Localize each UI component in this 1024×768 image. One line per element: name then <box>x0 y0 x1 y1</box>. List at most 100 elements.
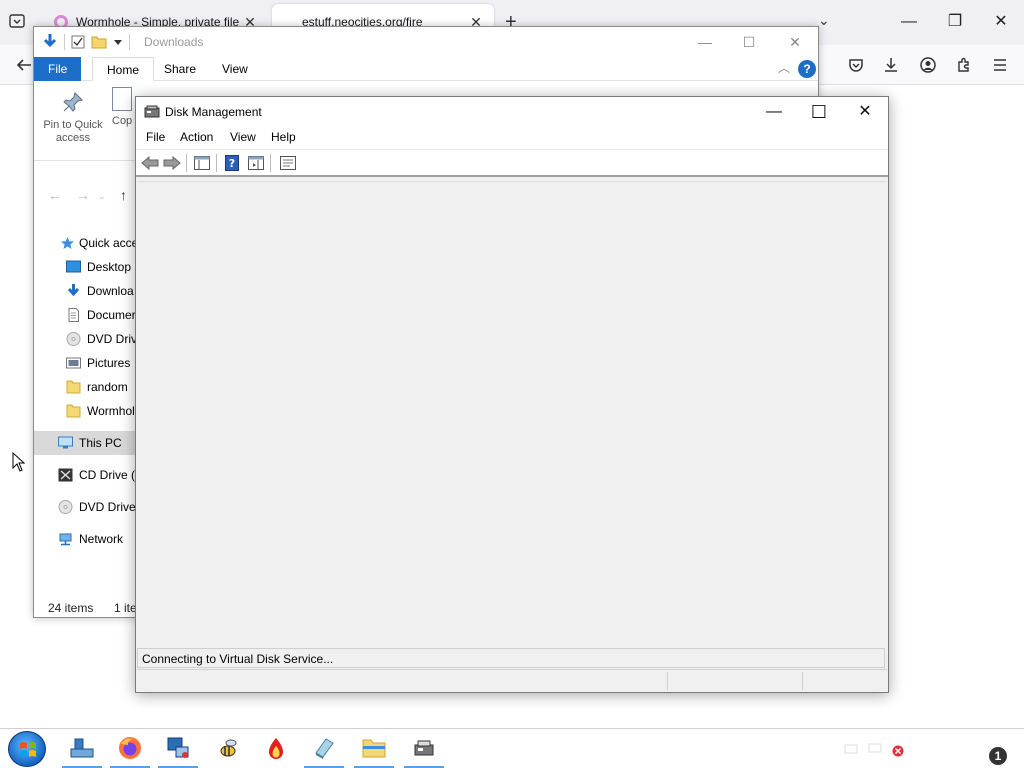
back-arrow-icon <box>141 156 159 170</box>
network-icon <box>59 533 72 546</box>
nav-item-dvd-drive[interactable]: DVD Drive <box>34 327 136 351</box>
nav-item-quick-access[interactable]: Quick acce <box>34 231 136 255</box>
nav-item-label: Downloa <box>87 284 134 298</box>
nav-item-label: DVD Drive <box>79 500 136 514</box>
browser-close-button[interactable]: ✕ <box>978 8 1024 36</box>
nav-item-label: random <box>87 380 128 394</box>
browser-minimize-button[interactable]: — <box>886 8 932 36</box>
nav-item-label: This PC <box>79 436 122 450</box>
taskbar-app-network-manager[interactable] <box>158 729 198 768</box>
nav-item-network[interactable]: Network <box>34 527 136 551</box>
nav-item-label: Quick acce <box>79 236 136 250</box>
taskbar-app-firefox[interactable] <box>110 729 150 768</box>
taskbar-app-file-explorer[interactable] <box>62 729 102 768</box>
toolbar-separator <box>216 154 217 172</box>
downloads-button[interactable] <box>879 53 903 77</box>
account-button[interactable] <box>916 53 940 77</box>
dm-close-button[interactable]: ✕ <box>842 97 888 127</box>
nav-item-label: Network <box>79 532 124 546</box>
nav-item-dvd-drive-2[interactable]: DVD Drive <box>34 495 136 519</box>
folder-icon <box>66 380 81 394</box>
tab-overflow-button[interactable]: ⌄ <box>818 12 830 29</box>
star-icon <box>61 237 74 249</box>
download-folder-icon <box>67 284 80 297</box>
toolbar-show-hide-tree-button[interactable] <box>192 154 212 172</box>
download-icon <box>885 58 897 72</box>
recent-locations-icon[interactable]: ⌄ <box>98 191 106 202</box>
explorer-forward-icon[interactable]: → <box>76 187 90 203</box>
download-arrow-icon[interactable] <box>42 33 58 51</box>
cd-drive-icon <box>58 468 73 482</box>
menu-action[interactable]: Action <box>180 130 213 144</box>
explorer-up-icon[interactable]: ↑ <box>120 187 127 203</box>
nav-item-random[interactable]: random <box>34 375 136 399</box>
dm-minimize-button[interactable]: — <box>751 97 797 127</box>
help-book-icon: ? <box>225 155 239 171</box>
pin-to-quick-access-button[interactable]: Pin to Quick access <box>40 91 106 145</box>
tray-display-icon[interactable] <box>868 743 882 755</box>
menu-view[interactable]: View <box>230 130 256 144</box>
toolbar-separator <box>186 154 187 172</box>
explorer-maximize-button[interactable]: ☐ <box>726 31 772 53</box>
tray-error-icon[interactable] <box>892 745 904 757</box>
pocket-button[interactable] <box>844 53 868 77</box>
taskbar-app-fire-tool[interactable] <box>256 729 296 768</box>
extensions-button[interactable] <box>952 53 976 77</box>
ribbon-collapse-icon[interactable]: ︿ <box>778 59 790 76</box>
nav-item-this-pc[interactable]: This PC <box>34 431 136 455</box>
nav-item-documents[interactable]: Documer <box>34 303 136 327</box>
notification-badge[interactable]: 1 <box>989 747 1007 765</box>
extensions-icon <box>958 57 969 72</box>
account-icon <box>920 57 936 73</box>
help-icon[interactable]: ? <box>798 60 816 78</box>
dm-maximize-button[interactable]: ☐ <box>796 97 842 127</box>
ribbon-tab-share[interactable]: Share <box>150 57 210 81</box>
browser-restore-button[interactable]: ❐ <box>932 8 978 36</box>
dvd-icon <box>66 332 81 346</box>
start-button[interactable] <box>8 731 46 767</box>
pin-icon <box>63 92 83 112</box>
nav-item-downloads[interactable]: Downloa <box>34 279 136 303</box>
tray-network-icon[interactable] <box>844 743 858 755</box>
taskbar <box>0 728 1024 768</box>
customize-dropdown-icon[interactable] <box>113 37 123 47</box>
toolbar-forward-button[interactable] <box>162 154 182 172</box>
properties-list-icon <box>280 156 296 170</box>
ribbon-tab-file[interactable]: File <box>34 57 82 81</box>
nav-item-cd-drive[interactable]: CD Drive (E <box>34 463 136 487</box>
ribbon-tab-home[interactable]: Home <box>92 57 155 81</box>
tab-list-button[interactable] <box>8 12 30 32</box>
nav-item-pictures[interactable]: Pictures <box>34 351 136 375</box>
status-divider <box>802 672 803 690</box>
toolbar-help-button[interactable]: ? <box>222 154 242 172</box>
document-icon <box>68 308 79 322</box>
toolbar-properties-button[interactable] <box>278 154 298 172</box>
taskbar-app-bug-tool[interactable] <box>208 729 248 768</box>
menu-file[interactable]: File <box>146 130 165 144</box>
app-menu-button[interactable] <box>988 53 1012 77</box>
explorer-title: Downloads <box>144 35 204 49</box>
svg-text:?: ? <box>229 157 235 170</box>
explorer-minimize-button[interactable]: — <box>682 31 728 53</box>
explorer-close-button[interactable]: ✕ <box>772 31 818 53</box>
taskbar-app-explorer-folder[interactable] <box>354 729 394 768</box>
ribbon-tab-view[interactable]: View <box>208 57 262 81</box>
toolbar-action-pane-button[interactable] <box>246 154 266 172</box>
taskbar-app-disk-tool[interactable] <box>304 729 344 768</box>
back-arrow-icon <box>16 59 31 71</box>
nav-item-desktop[interactable]: Desktop <box>34 255 136 279</box>
taskbar-app-disk-management[interactable] <box>404 729 444 768</box>
nav-item-wormhole[interactable]: Wormhol <box>34 399 136 423</box>
menu-icon <box>994 59 1006 71</box>
new-folder-icon[interactable] <box>91 35 107 49</box>
forward-arrow-icon <box>163 156 181 170</box>
folder-icon <box>66 404 81 418</box>
nav-item-label: CD Drive (E <box>79 468 136 482</box>
properties-check-icon[interactable] <box>71 35 85 49</box>
computer-icon <box>58 436 73 449</box>
explorer-back-icon[interactable]: ← <box>48 187 62 203</box>
toolbar-back-button[interactable] <box>140 154 160 172</box>
nav-item-label: DVD Drive <box>87 332 136 346</box>
menu-help[interactable]: Help <box>271 130 296 144</box>
windows-logo-icon <box>20 742 36 757</box>
